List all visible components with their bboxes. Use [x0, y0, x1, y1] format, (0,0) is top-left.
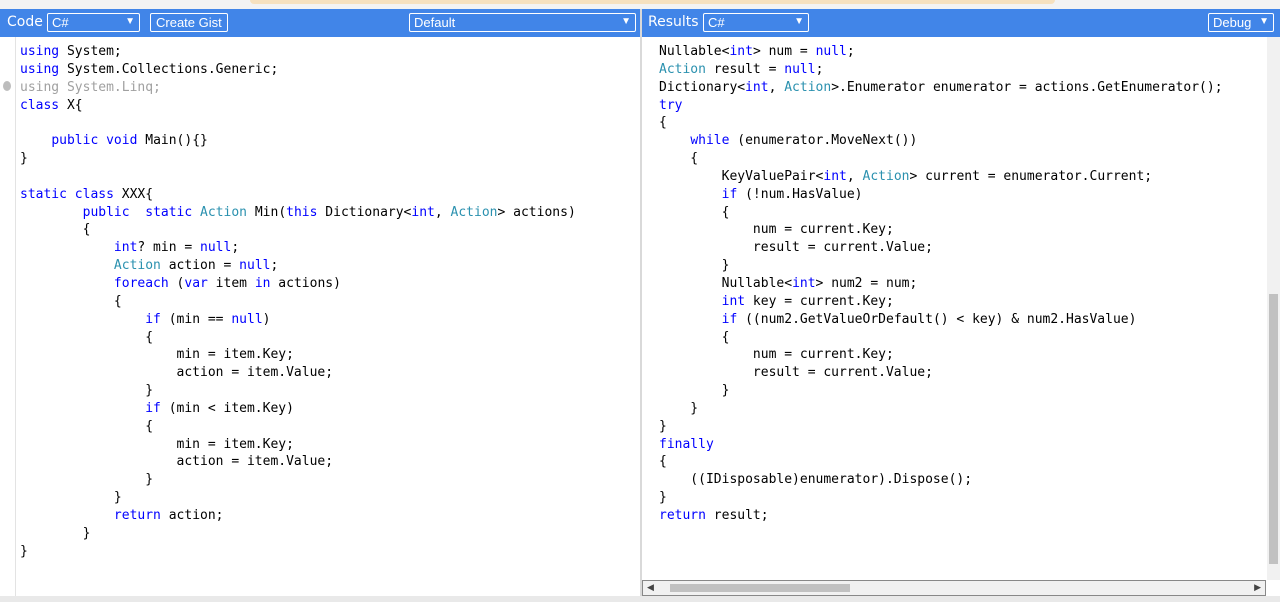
- editor-gutter: [0, 37, 16, 596]
- code-mode-value: Default: [414, 15, 456, 30]
- code-editor[interactable]: using System; using System.Collections.G…: [0, 37, 640, 596]
- results-text: Nullable<int> num = null; Action result …: [659, 44, 1223, 523]
- chevron-down-icon: ▼: [125, 16, 135, 27]
- horizontal-scroll-thumb[interactable]: [670, 584, 850, 592]
- code-text[interactable]: using System; using System.Collections.G…: [20, 43, 576, 560]
- code-label: Code: [7, 14, 43, 30]
- build-mode-select[interactable]: Debug ▼: [1208, 13, 1274, 32]
- bottom-strip: [0, 596, 1280, 602]
- results-toolbar: Results C# ▼ Debug ▼: [642, 9, 1280, 37]
- code-mode-select[interactable]: Default ▼: [409, 13, 636, 32]
- create-gist-button[interactable]: Create Gist: [150, 13, 228, 32]
- code-toolbar: Code C# ▼ Create Gist Default ▼: [0, 9, 640, 37]
- chevron-down-icon: ▼: [794, 16, 804, 27]
- chevron-down-icon: ▼: [621, 16, 631, 27]
- scroll-right-icon[interactable]: ▶: [1254, 582, 1261, 593]
- results-view[interactable]: Nullable<int> num = null; Action result …: [642, 37, 1280, 596]
- vertical-scroll-thumb[interactable]: [1269, 294, 1278, 564]
- code-language-select[interactable]: C# ▼: [47, 13, 140, 32]
- chevron-down-icon: ▼: [1259, 16, 1269, 27]
- horizontal-scrollbar[interactable]: ◀ ▶: [642, 580, 1266, 596]
- vertical-scrollbar[interactable]: [1267, 37, 1280, 580]
- code-language-value: C#: [52, 15, 69, 30]
- build-mode-value: Debug: [1213, 15, 1252, 30]
- results-language-select[interactable]: C# ▼: [703, 13, 809, 32]
- top-strip: [0, 0, 1280, 9]
- results-language-value: C#: [708, 15, 725, 30]
- results-label: Results: [648, 14, 699, 30]
- browser-tab-edge: [250, 0, 1055, 4]
- scroll-left-icon[interactable]: ◀: [647, 582, 654, 593]
- lightbulb-icon[interactable]: [3, 81, 11, 91]
